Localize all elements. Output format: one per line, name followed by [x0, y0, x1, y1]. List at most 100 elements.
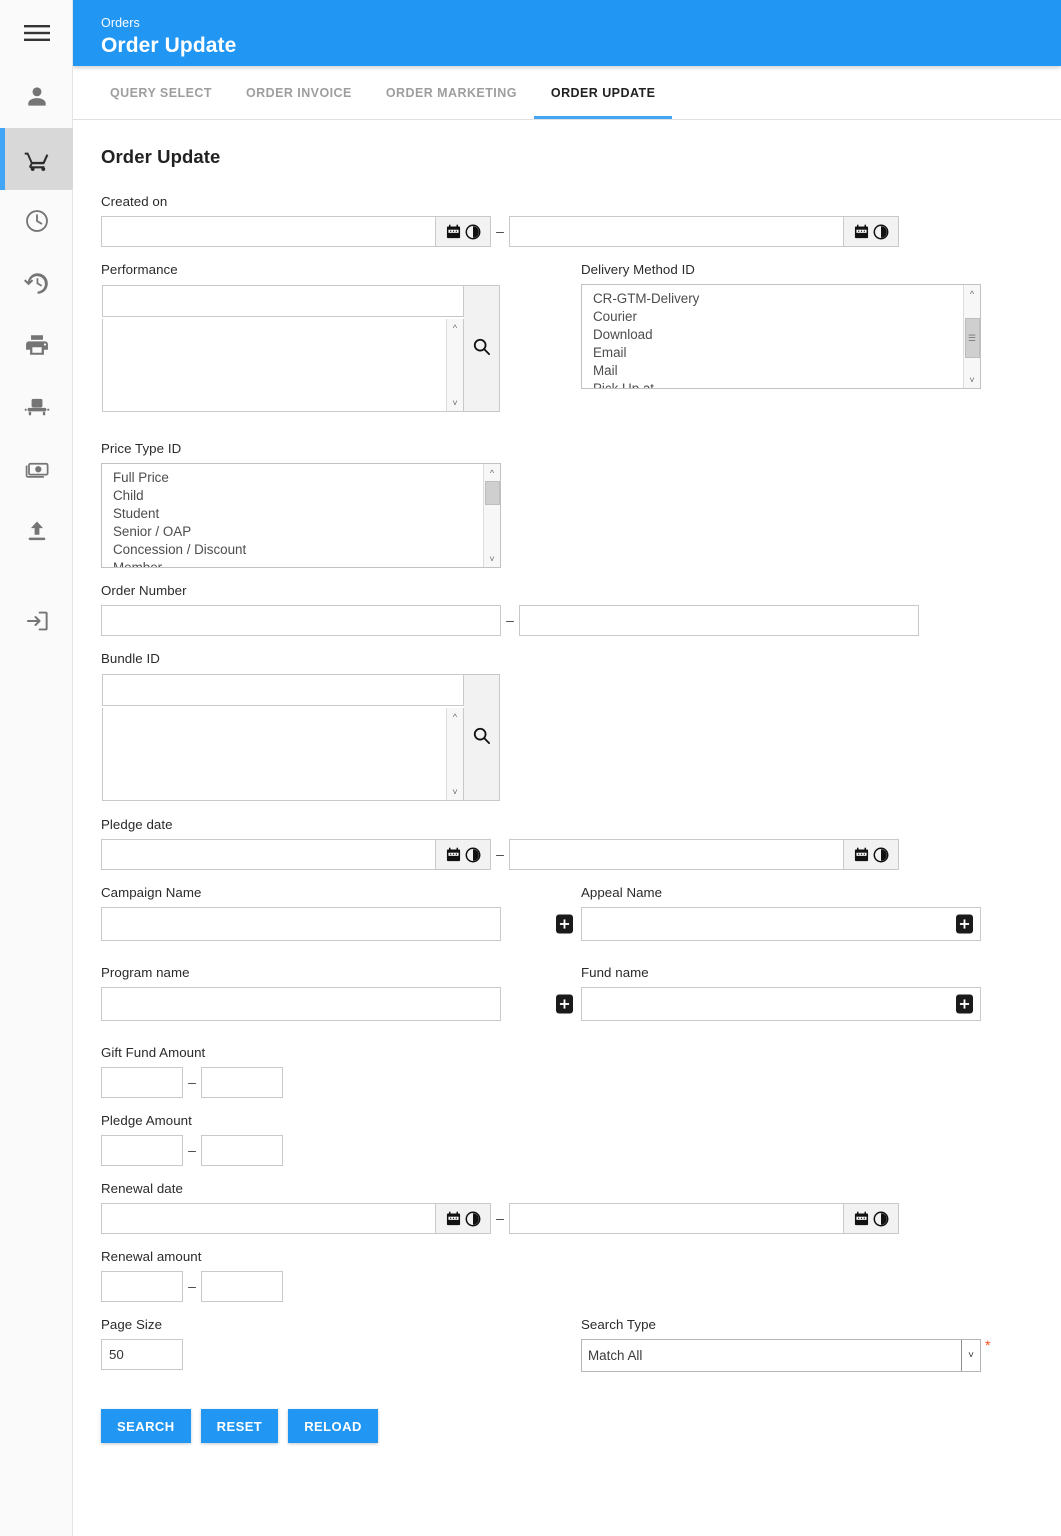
scroll-down-icon[interactable]: ˅: [484, 550, 501, 567]
renewal-date-from-input[interactable]: [101, 1203, 435, 1234]
gift-fund-amount-to-input[interactable]: [201, 1067, 283, 1098]
performance-input[interactable]: [102, 285, 464, 317]
scroll-up-icon[interactable]: ^: [447, 319, 464, 336]
gift-fund-amount-from-input[interactable]: [101, 1067, 183, 1098]
renewal-date-from-pickers[interactable]: [435, 1203, 491, 1234]
plus-icon[interactable]: [559, 919, 570, 930]
list-item[interactable]: Senior / OAP: [102, 523, 500, 541]
performance-results-list[interactable]: ^ ˅: [102, 319, 464, 412]
sidebar-item-logout[interactable]: [0, 590, 73, 652]
sidebar-item-upload[interactable]: [0, 500, 73, 562]
pledge-date-to-input[interactable]: [509, 839, 843, 870]
tab-order-marketing[interactable]: ORDER MARKETING: [369, 66, 534, 119]
pledge-date-from-pickers[interactable]: [435, 839, 491, 870]
search-icon[interactable]: [472, 726, 491, 750]
bundle-id-scrollbar[interactable]: ^ ˅: [446, 708, 463, 800]
renewal-date-to-pickers[interactable]: [843, 1203, 899, 1234]
reload-button[interactable]: RELOAD: [288, 1409, 378, 1443]
sidebar-item-seating[interactable]: [0, 376, 73, 438]
list-item[interactable]: Courier: [582, 308, 980, 326]
search-icon[interactable]: [472, 337, 491, 361]
performance-scrollbar[interactable]: ^ ˅: [446, 319, 463, 411]
reset-button[interactable]: RESET: [200, 1409, 279, 1443]
campaign-name-input[interactable]: [101, 907, 501, 941]
delivery-method-id-listbox[interactable]: CR-GTM-Delivery Courier Download Email M…: [581, 284, 981, 389]
scroll-up-icon[interactable]: ^: [484, 464, 501, 481]
scroll-track[interactable]: [484, 481, 501, 550]
pledge-amount-from-input[interactable]: [101, 1135, 183, 1166]
calendar-icon[interactable]: [854, 847, 869, 862]
calendar-icon[interactable]: [446, 1211, 461, 1226]
sidebar-item-schedule[interactable]: [0, 190, 73, 252]
time-icon[interactable]: [873, 224, 889, 240]
scroll-track[interactable]: [447, 725, 464, 783]
plus-icon[interactable]: [959, 999, 970, 1010]
tab-order-update[interactable]: ORDER UPDATE: [533, 66, 673, 119]
appeal-name-input[interactable]: [581, 907, 981, 941]
pledge-date-to-pickers[interactable]: [843, 839, 899, 870]
list-item[interactable]: Concession / Discount: [102, 541, 500, 559]
pledge-date-from-input[interactable]: [101, 839, 435, 870]
list-item[interactable]: Member: [102, 559, 500, 567]
order-number-to-input[interactable]: [519, 605, 919, 636]
program-name-add-button[interactable]: [556, 994, 573, 1014]
search-type-select[interactable]: Match All Match Any: [581, 1339, 981, 1372]
renewal-amount-to-input[interactable]: [201, 1271, 283, 1302]
list-item[interactable]: Student: [102, 505, 500, 523]
fund-name-add-button[interactable]: [956, 994, 973, 1014]
sidebar-item-orders[interactable]: [0, 128, 73, 190]
list-item[interactable]: Child: [102, 487, 500, 505]
scroll-up-icon[interactable]: ^: [447, 708, 464, 725]
sidebar-item-menu-toggle[interactable]: [0, 0, 73, 66]
plus-icon[interactable]: [959, 919, 970, 930]
bundle-id-input[interactable]: [102, 674, 464, 706]
sidebar-item-customers[interactable]: [0, 66, 73, 128]
created-on-to-pickers[interactable]: [843, 216, 899, 247]
time-icon[interactable]: [465, 1211, 481, 1227]
time-icon[interactable]: [465, 847, 481, 863]
created-on-from-input[interactable]: [101, 216, 435, 247]
list-item[interactable]: Download: [582, 326, 980, 344]
scroll-down-icon[interactable]: ˅: [964, 371, 981, 388]
list-item[interactable]: CR-GTM-Delivery: [582, 290, 980, 308]
search-button[interactable]: SEARCH: [101, 1409, 191, 1443]
scroll-track[interactable]: ☰: [964, 302, 981, 371]
plus-icon[interactable]: [559, 999, 570, 1010]
sidebar-item-payments[interactable]: [0, 438, 73, 500]
calendar-icon[interactable]: [854, 1211, 869, 1226]
pledge-amount-to-input[interactable]: [201, 1135, 283, 1166]
list-item[interactable]: Pick Up at: [582, 380, 980, 388]
time-icon[interactable]: [873, 1211, 889, 1227]
price-type-id-listbox[interactable]: Full Price Child Student Senior / OAP Co…: [101, 463, 501, 568]
list-item[interactable]: Email: [582, 344, 980, 362]
created-on-to-input[interactable]: [509, 216, 843, 247]
order-number-from-input[interactable]: [101, 605, 501, 636]
tab-query-select[interactable]: QUERY SELECT: [93, 66, 229, 119]
scroll-thumb[interactable]: ☰: [964, 318, 980, 358]
price-type-scrollbar[interactable]: ^ ˅: [483, 464, 500, 567]
scroll-up-icon[interactable]: ^: [964, 285, 981, 302]
program-name-input[interactable]: [101, 987, 501, 1021]
sidebar-item-print[interactable]: [0, 314, 73, 376]
delivery-method-scrollbar[interactable]: ^ ☰ ˅: [963, 285, 980, 388]
calendar-icon[interactable]: [446, 224, 461, 239]
calendar-icon[interactable]: [446, 847, 461, 862]
appeal-name-add-button[interactable]: [956, 914, 973, 934]
campaign-name-add-button[interactable]: [556, 914, 573, 934]
created-on-from-pickers[interactable]: [435, 216, 491, 247]
scroll-thumb[interactable]: [484, 481, 500, 505]
scroll-down-icon[interactable]: ˅: [447, 394, 464, 411]
bundle-id-search-button[interactable]: [464, 674, 500, 801]
bundle-id-results-list[interactable]: ^ ˅: [102, 708, 464, 801]
list-item[interactable]: Full Price: [102, 469, 500, 487]
tab-order-invoice[interactable]: ORDER INVOICE: [229, 66, 369, 119]
time-icon[interactable]: [465, 224, 481, 240]
sidebar-item-history[interactable]: [0, 252, 73, 314]
time-icon[interactable]: [873, 847, 889, 863]
page-size-input[interactable]: [101, 1339, 183, 1370]
renewal-date-to-input[interactable]: [509, 1203, 843, 1234]
fund-name-input[interactable]: [581, 987, 981, 1021]
scroll-track[interactable]: [447, 336, 464, 394]
scroll-down-icon[interactable]: ˅: [447, 783, 464, 800]
performance-search-button[interactable]: [464, 285, 500, 412]
